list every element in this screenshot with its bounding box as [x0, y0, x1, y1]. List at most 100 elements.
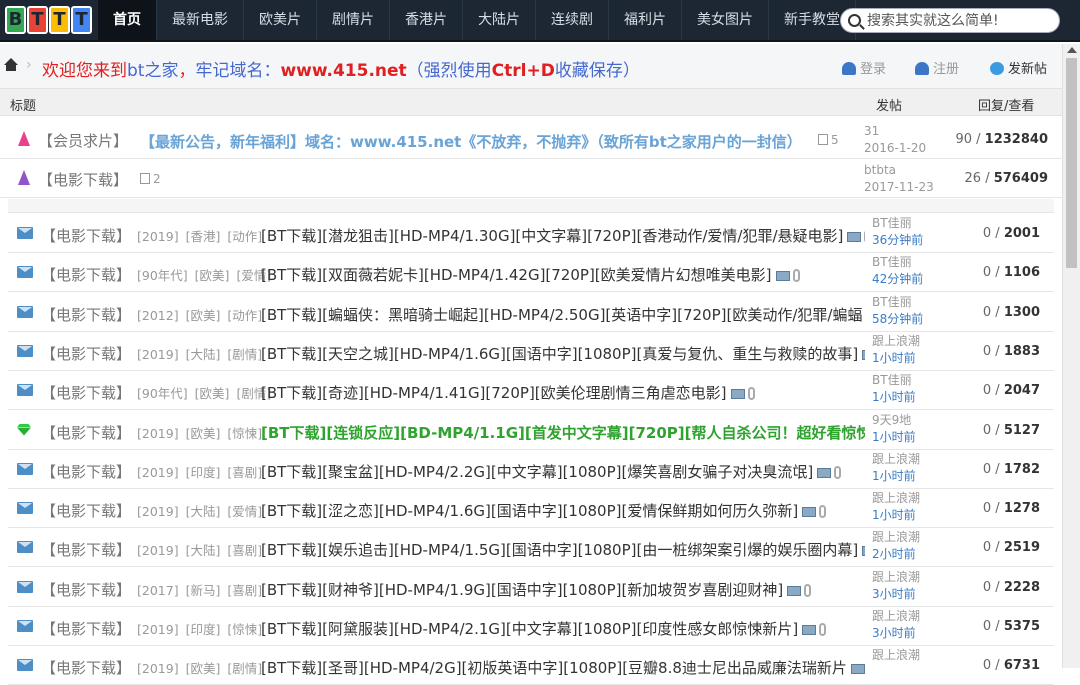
author-name[interactable]: 跟上浪潮 [872, 608, 936, 625]
thread-tag[interactable]: [香港] [186, 229, 221, 244]
thread-category[interactable]: 【电影下载】 [41, 539, 131, 560]
thread-tag[interactable]: [惊悚] [227, 622, 262, 637]
thread-title-text[interactable]: [BT下载][财神爷][HD-MP4/1.9G][国语中字][1080P][新加… [261, 581, 783, 599]
thread-title[interactable]: [BT下载][财神爷][HD-MP4/1.9G][国语中字][1080P][新加… [261, 579, 812, 600]
thread-category[interactable]: 【电影下载】 [38, 169, 128, 190]
thread-tag[interactable]: [2019] [137, 426, 179, 441]
thread-tag[interactable]: [大陆] [186, 347, 221, 362]
thread-title[interactable]: [BT下载][蝙蝠侠：黑暗骑士崛起][HD-MP4/2.50G][英语中字][7… [261, 304, 865, 325]
thread-title[interactable]: [BT下载][双面薇若妮卡][HD-MP4/1.42G][720P][欧美爱情片… [261, 264, 800, 285]
thread-tag[interactable]: [2019] [137, 347, 179, 362]
nav-item-5[interactable]: 大陆片 [463, 0, 536, 40]
thread-tag[interactable]: [90年代] [137, 386, 188, 401]
thread-tag[interactable]: [大陆] [186, 504, 221, 519]
author-name[interactable]: 跟上浪潮 [872, 490, 936, 507]
thread-tag[interactable]: [印度] [186, 465, 221, 480]
nav-item-3[interactable]: 剧情片 [317, 0, 390, 40]
search-icon[interactable] [848, 14, 861, 27]
thread-tag[interactable]: [2019] [137, 504, 179, 519]
scrollbar-thumb[interactable] [1066, 58, 1077, 268]
page-count[interactable]: 2 [140, 172, 161, 186]
thread-title-text[interactable]: [BT下载][双面薇若妮卡][HD-MP4/1.42G][720P][欧美爱情片… [261, 266, 772, 284]
thread-tag[interactable]: [2017] [137, 583, 179, 598]
author-name[interactable]: 跟上浪潮 [872, 451, 936, 468]
thread-tag[interactable]: [欧美] [186, 308, 221, 323]
nav-item-0[interactable]: 首页 [98, 0, 157, 40]
nav-item-6[interactable]: 连续剧 [536, 0, 609, 40]
thread-category[interactable]: 【电影下载】 [41, 264, 131, 285]
thread-category[interactable]: 【电影下载】 [41, 422, 131, 443]
nav-item-1[interactable]: 最新电影 [157, 0, 244, 40]
thread-category[interactable]: 【电影下载】 [41, 304, 131, 325]
thread-tag[interactable]: [喜剧] [227, 465, 262, 480]
thread-tag[interactable]: [90年代] [137, 268, 188, 283]
home-icon[interactable] [4, 58, 18, 72]
thread-title[interactable]: [BT下载][聚宝盆][HD-MP4/2.2G][中文字幕][1080P][爆笑… [261, 461, 842, 482]
thread-title-text[interactable]: [BT下载][蝙蝠侠：黑暗骑士崛起][HD-MP4/2.50G][英语中字][7… [261, 306, 862, 324]
thread-category[interactable]: 【会员求片】 [38, 130, 128, 151]
thread-title[interactable]: [BT下载][连锁反应][BD-MP4/1.1G][首发中文字幕][720P][… [261, 422, 865, 443]
thread-tag[interactable]: [喜剧] [227, 543, 262, 558]
thread-tag[interactable]: [2019] [137, 543, 179, 558]
vertical-scrollbar[interactable] [1062, 44, 1080, 668]
site-logo[interactable]: B T T T [5, 6, 92, 34]
thread-title[interactable]: [BT下载][涩之恋][HD-MP4/1.6G][国语中字][1080P][爱情… [261, 500, 827, 521]
thread-title[interactable]: [BT下载][潜龙狙击][HD-MP4/1.30G][中文字幕][720P][香… [261, 225, 865, 246]
thread-tag[interactable]: [欧美] [195, 268, 230, 283]
scroll-up-arrow-icon[interactable] [1067, 47, 1077, 53]
nav-item-2[interactable]: 欧美片 [244, 0, 317, 40]
thread-title[interactable]: [BT下载][奇迹][HD-MP4/1.41G][720P][欧美伦理剧情三角虐… [261, 382, 755, 403]
author-name[interactable]: 跟上浪潮 [872, 529, 936, 546]
author-name[interactable]: 跟上浪潮 [872, 569, 936, 586]
search-input[interactable] [867, 10, 1055, 32]
thread-category[interactable]: 【电影下载】 [41, 500, 131, 521]
page-count[interactable]: 5 [818, 133, 839, 147]
thread-category[interactable]: 【电影下载】 [41, 461, 131, 482]
register-link[interactable]: 注册 [915, 58, 959, 77]
author-name[interactable]: 31 [864, 123, 928, 140]
login-link[interactable]: 登录 [842, 58, 886, 77]
thread-tag[interactable]: [喜剧] [227, 583, 262, 598]
nav-item-4[interactable]: 香港片 [390, 0, 463, 40]
thread-tag[interactable]: [欧美] [186, 661, 221, 676]
author-name[interactable]: BT佳丽 [872, 215, 936, 232]
thread-title[interactable]: [BT下载][娱乐追击][HD-MP4/1.5G][国语中字][1080P][由… [261, 539, 865, 560]
thread-title-text[interactable]: [BT下载][涩之恋][HD-MP4/1.6G][国语中字][1080P][爱情… [261, 502, 798, 520]
thread-tag[interactable]: [2019] [137, 622, 179, 637]
nav-item-8[interactable]: 美女图片 [682, 0, 769, 40]
thread-category[interactable]: 【电影下载】 [41, 382, 131, 403]
thread-title-text[interactable]: [BT下载][天空之城][HD-MP4/1.6G][国语中字][1080P][真… [261, 345, 858, 363]
thread-tag[interactable]: [剧情] [227, 661, 262, 676]
thread-tag[interactable]: [剧情] [227, 347, 262, 362]
author-name[interactable]: btbta [864, 162, 928, 179]
author-name[interactable]: 9天9地 [872, 412, 936, 429]
thread-title-text[interactable]: [BT下载][聚宝盆][HD-MP4/2.2G][中文字幕][1080P][爆笑… [261, 463, 813, 481]
thread-tag[interactable]: [动作] [227, 308, 262, 323]
thread-category[interactable]: 【电影下载】 [41, 618, 131, 639]
new-post-button[interactable]: 发新帖 [990, 58, 1047, 77]
thread-tag[interactable]: [2012] [137, 308, 179, 323]
author-name[interactable]: BT佳丽 [872, 254, 936, 271]
author-name[interactable]: BT佳丽 [872, 294, 936, 311]
thread-category[interactable]: 【电影下载】 [41, 343, 131, 364]
thread-tag[interactable]: [欧美] [195, 386, 230, 401]
thread-title[interactable]: 【最新公告，新年福利】域名：www.415.net《不放弃，不抛弃》（致所有bt… [140, 131, 802, 152]
thread-tag[interactable]: [欧美] [186, 426, 221, 441]
thread-tag[interactable]: [大陆] [186, 543, 221, 558]
thread-title-text[interactable]: [BT下载][潜龙狙击][HD-MP4/1.30G][中文字幕][720P][香… [261, 227, 843, 245]
thread-tag[interactable]: [新马] [186, 583, 221, 598]
author-name[interactable]: BT佳丽 [872, 372, 936, 389]
thread-tag[interactable]: [印度] [186, 622, 221, 637]
thread-title[interactable]: [BT下载][天空之城][HD-MP4/1.6G][国语中字][1080P][真… [261, 343, 865, 364]
nav-item-7[interactable]: 福利片 [609, 0, 682, 40]
thread-tag[interactable]: [爱情] [227, 504, 262, 519]
author-name[interactable]: 跟上浪潮 [872, 647, 936, 664]
thread-title-text[interactable]: [BT下载][奇迹][HD-MP4/1.41G][720P][欧美伦理剧情三角虐… [261, 384, 727, 402]
thread-tag[interactable]: [2019] [137, 465, 179, 480]
thread-title[interactable]: [BT下载][阿黛服装][HD-MP4/2.1G][中文字幕][1080P][印… [261, 618, 827, 639]
thread-category[interactable]: 【电影下载】 [41, 225, 131, 246]
thread-category[interactable]: 【电影下载】 [41, 579, 131, 600]
thread-tag[interactable]: [动作] [227, 229, 262, 244]
thread-title-text[interactable]: [BT下载][阿黛服装][HD-MP4/2.1G][中文字幕][1080P][印… [261, 620, 798, 638]
thread-title-text[interactable]: [BT下载][娱乐追击][HD-MP4/1.5G][国语中字][1080P][由… [261, 541, 858, 559]
